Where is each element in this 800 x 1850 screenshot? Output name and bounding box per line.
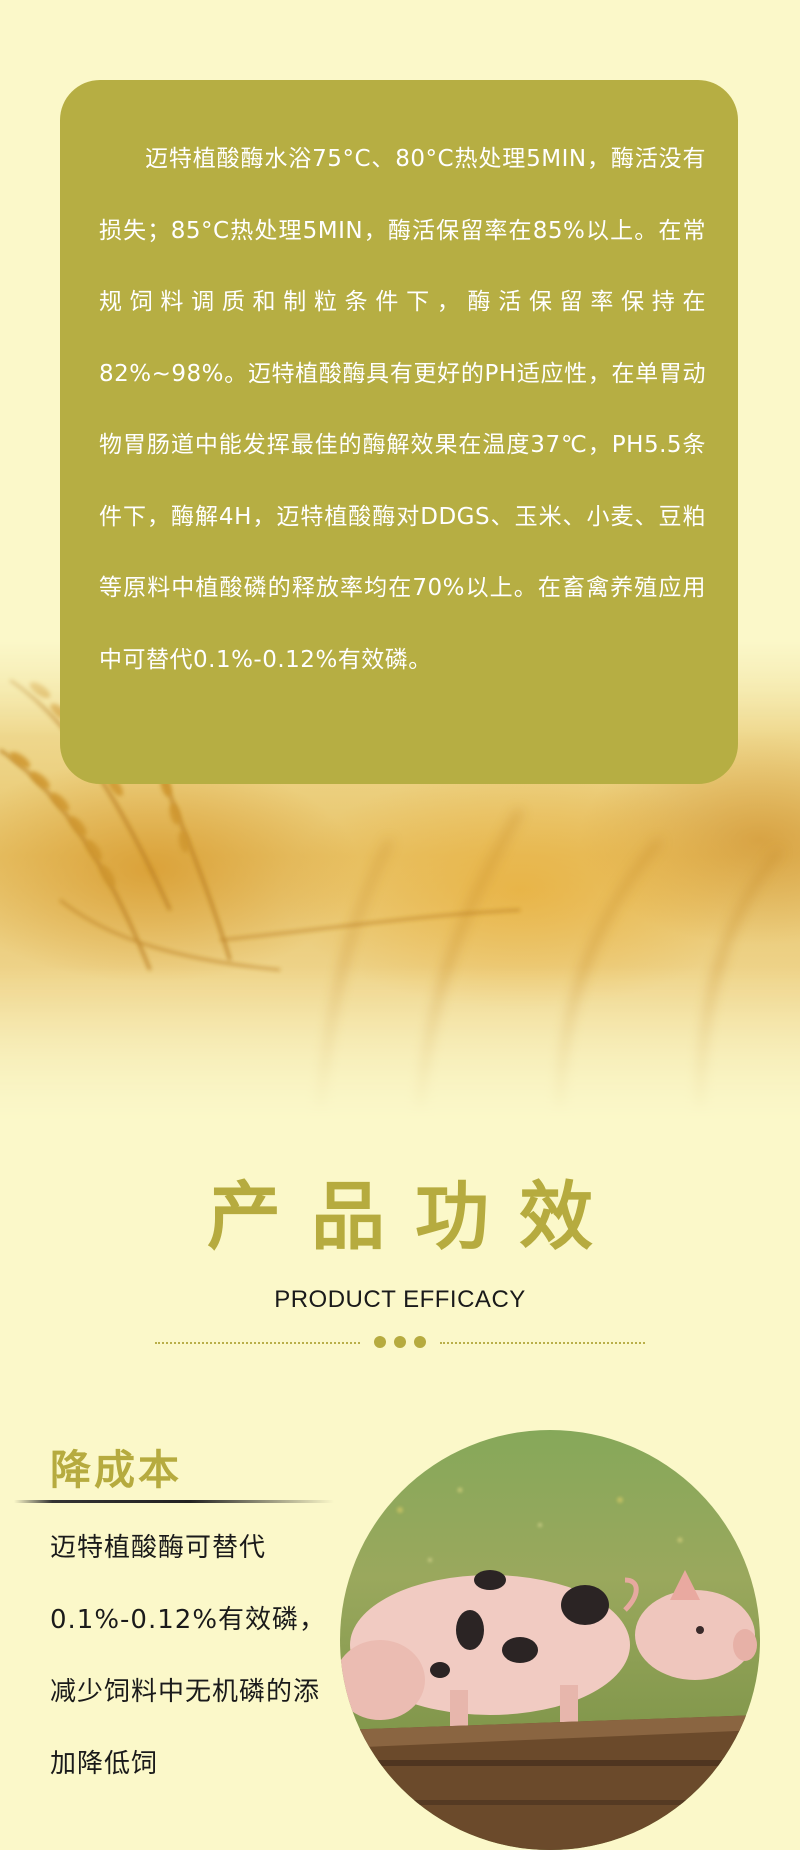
feature-text: 迈特植酸酶可替代0.1%-0.12%有效磷，减少饲料中无机磷的添加降低饲 bbox=[50, 1533, 327, 1779]
feature-divider bbox=[14, 1500, 334, 1503]
ornament-dot bbox=[414, 1336, 426, 1348]
feeding-trough bbox=[340, 1715, 760, 1850]
intro-panel: 迈特植酸酶水浴75°C、80°C热处理5MIN，酶活没有损失；85°C热处理5M… bbox=[60, 80, 738, 784]
pig-illustration bbox=[340, 1430, 760, 1850]
section-subtitle: PRODUCT EFFICACY bbox=[274, 1286, 526, 1313]
intro-paragraph: 迈特植酸酶水浴75°C、80°C热处理5MIN，酶活没有损失；85°C热处理5M… bbox=[99, 146, 706, 673]
title-ornament bbox=[155, 1331, 645, 1355]
ornament-dot bbox=[374, 1336, 386, 1348]
pig-photo bbox=[340, 1430, 760, 1850]
ornament-dot bbox=[394, 1336, 406, 1348]
ornament-dotted-line-right bbox=[440, 1342, 645, 1344]
ornament-dotted-line-left bbox=[155, 1342, 360, 1344]
feature-heading: 降成本 bbox=[50, 1446, 182, 1494]
section-title: 产品功效 bbox=[207, 1174, 623, 1260]
